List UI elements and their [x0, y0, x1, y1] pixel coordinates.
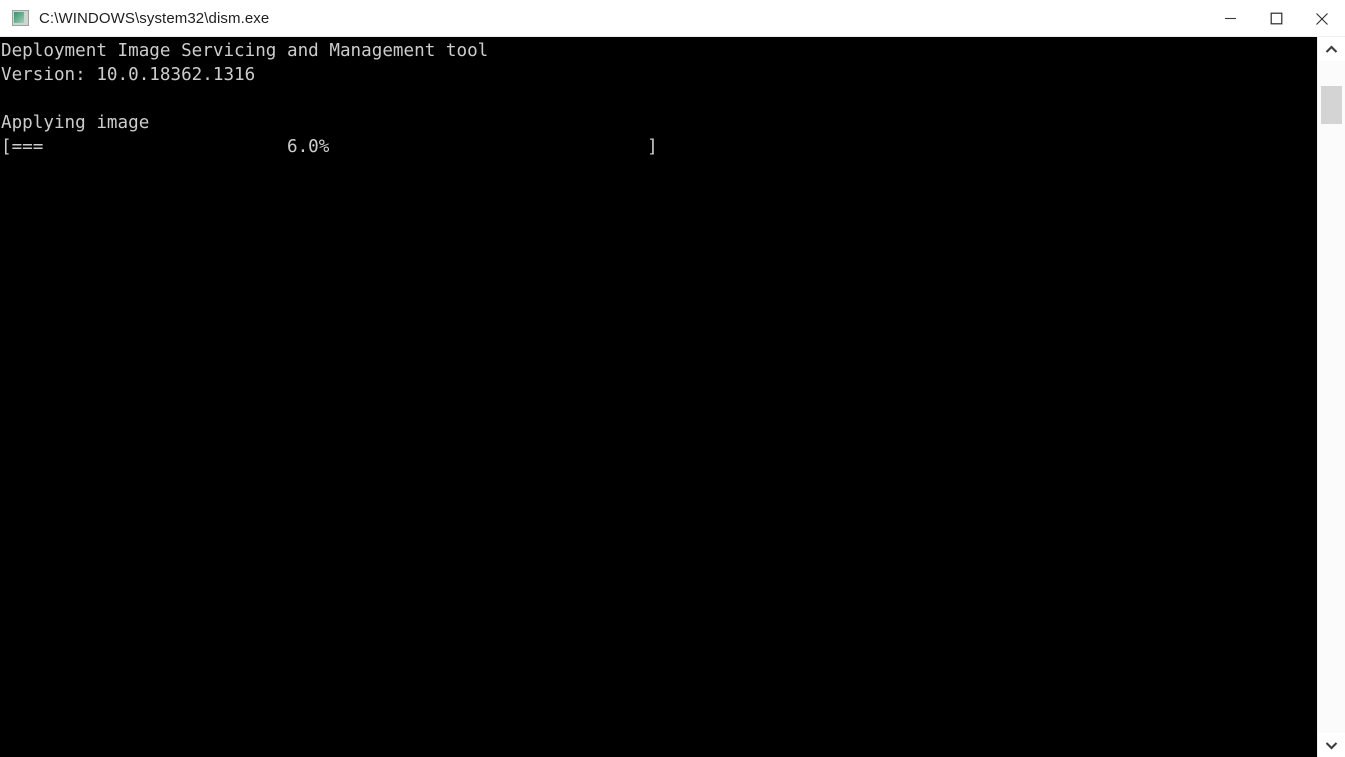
chevron-up-icon[interactable] [1318, 37, 1345, 61]
scrollbar-thumb[interactable] [1321, 86, 1342, 124]
close-button[interactable] [1299, 0, 1345, 37]
window-controls [1207, 0, 1345, 37]
vertical-scrollbar[interactable] [1317, 37, 1345, 757]
scrollbar-track[interactable] [1318, 61, 1345, 733]
console-output-area[interactable]: Deployment Image Servicing and Managemen… [0, 37, 1317, 757]
title-bar[interactable]: C:\WINDOWS\system32\dism.exe [0, 0, 1345, 37]
console-icon-screen [14, 12, 24, 23]
window-title: C:\WINDOWS\system32\dism.exe [39, 9, 270, 27]
minimize-button[interactable] [1207, 0, 1253, 37]
console-app-icon [12, 10, 29, 26]
console-text: Deployment Image Servicing and Managemen… [1, 41, 658, 157]
chevron-down-icon[interactable] [1318, 733, 1345, 757]
maximize-button[interactable] [1253, 0, 1299, 37]
dism-console-window: C:\WINDOWS\system32\dism.exe Deployment … [0, 0, 1345, 757]
